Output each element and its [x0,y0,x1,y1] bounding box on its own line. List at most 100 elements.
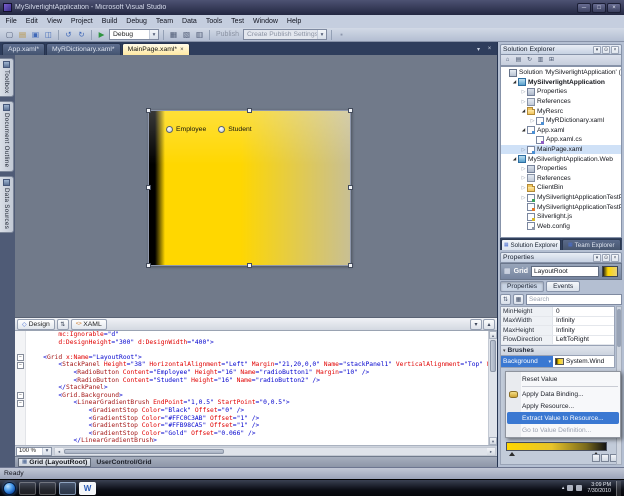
pin-icon[interactable]: ⊙ [602,45,610,54]
fold-region-icon[interactable]: − [17,392,24,399]
property-value[interactable]: Infinity [553,327,614,334]
menu-item-build[interactable]: Build [97,15,122,28]
expand-icon[interactable]: ▷ [520,185,527,191]
breadcrumb-path[interactable]: UserControl/Grid [96,459,151,466]
tree-item-mainpage-xaml[interactable]: ▷ MainPage.xaml [501,144,621,155]
context-menu-item-apply-data-binding[interactable]: Apply Data Binding... [507,388,619,400]
scroll-up-icon[interactable]: ▴ [489,331,497,339]
title-bar[interactable]: MySilverlightApplication - Microsoft Vis… [0,0,624,15]
start-debug-icon[interactable]: ▶ [96,29,107,40]
property-value[interactable]: 0 [553,308,614,315]
collapse-icon[interactable]: ◢ [511,79,518,85]
fold-region-icon[interactable]: − [17,400,24,407]
word-icon[interactable]: W [79,481,96,495]
xaml-editor[interactable]: − − − − mc:Ignorable="d" d:DesignHeight=… [15,331,497,445]
properties-icon[interactable]: ⊞ [547,56,556,65]
solution-explorer-toolbar-icon[interactable]: ▧ [181,29,192,40]
property-row-minheight[interactable]: MinHeight 0 [501,307,614,317]
expand-pane-button[interactable]: ▴ [483,318,495,330]
tree-item-app-xaml-cs[interactable]: App.xaml.cs [501,135,621,145]
volume-icon[interactable] [576,485,583,491]
tree-item-properties[interactable]: ▷ Properties [501,164,621,174]
save-icon[interactable]: ▣ [30,29,41,40]
collapse-icon[interactable]: ◢ [520,108,527,114]
design-canvas[interactable]: Employee Student [146,108,353,268]
collapse-icon[interactable]: ◢ [520,127,527,133]
property-row-background[interactable]: Background ▾ System.Wind [500,356,615,368]
code-line[interactable]: <LinearGradientBrush EndPoint="1,0.5" St… [28,399,488,407]
save-all-icon[interactable]: ◫ [43,29,54,40]
tree-item-myrdictionary-xaml[interactable]: ▷ MyRDictionary.xaml [501,116,621,126]
close-icon[interactable]: × [611,45,619,54]
home-icon[interactable]: ⌂ [503,56,512,65]
resize-handle[interactable] [348,263,353,268]
menu-item-file[interactable]: File [1,15,21,28]
tree-item-mysilverlightapplication-web[interactable]: ◢ MySilverlightApplication.Web [501,154,621,164]
code-line[interactable]: <GradientStop Color="Gold" Offset="0.066… [28,430,488,438]
property-row-maxheight[interactable]: MaxHeight Infinity [501,326,614,336]
scrollbar-thumb[interactable] [617,309,621,347]
properties-titlebar[interactable]: Properties ▾ ⊙ × [500,252,622,263]
expand-icon[interactable]: ▷ [529,118,536,124]
side-tab-document-outline[interactable]: Document Outline [0,101,14,172]
panel-tab-team-explorer[interactable]: ▦ Team Explorer [561,239,621,250]
resize-handle[interactable] [246,108,252,113]
code-line[interactable]: <RadioButton Content="Employee" Height="… [28,369,488,377]
tree-item-web-config[interactable]: Web.config [501,222,621,232]
tab-events[interactable]: Events [546,281,581,292]
resize-handle[interactable] [348,185,353,190]
tree-item-silverlight-js[interactable]: Silverlight.js [501,212,621,222]
xaml-code[interactable]: mc:Ignorable="d" d:DesignHeight="300" d:… [26,331,488,445]
code-line[interactable]: <RadioButton Content="Student" Height="1… [28,377,488,385]
scrollbar-thumb[interactable] [64,448,224,454]
close-document-icon[interactable]: × [485,46,494,53]
menu-item-edit[interactable]: Edit [21,15,42,28]
window-position-icon[interactable]: ▾ [593,45,601,54]
code-line[interactable]: <GradientStop Color="#FFB98CA5" Offset="… [28,422,488,430]
find-in-files-icon[interactable]: ▦ [168,29,179,40]
new-file-icon[interactable]: ▢ [4,29,15,40]
solution-explorer-titlebar[interactable]: Solution Explorer ▾ ⊙ × [500,44,622,55]
close-icon[interactable]: × [611,253,619,262]
menu-item-window[interactable]: Window [249,15,283,28]
tab-properties[interactable]: Properties [500,281,545,292]
tab-xaml[interactable]: <> XAML [70,318,107,330]
menu-item-test[interactable]: Test [227,15,249,28]
code-line[interactable]: d:DesignHeight="300" d:DesignWidth="400"… [28,339,488,347]
code-line[interactable] [28,346,488,354]
property-row-maxwidth[interactable]: MaxWidth Infinity [501,316,614,326]
scrollbar-thumb[interactable] [490,340,496,372]
collapse-pane-button[interactable]: ▾ [470,318,482,330]
menu-item-debug[interactable]: Debug [122,15,152,28]
code-line[interactable]: <GradientStop Color="#FFC0C3AB" Offset="… [28,415,488,423]
expand-icon[interactable]: ▷ [520,166,527,172]
scroll-down-icon[interactable]: ▾ [489,437,497,445]
brush-option-icon[interactable] [601,454,609,462]
tree-item-properties[interactable]: ▷ Properties [501,87,621,97]
maximize-button[interactable]: □ [592,2,606,13]
code-line[interactable]: mc:Ignorable="d" [28,331,488,339]
code-line[interactable]: <GradientStop Color="Black" Offset="0" /… [28,407,488,415]
expand-icon[interactable]: ▷ [520,147,527,153]
resize-handle[interactable] [146,185,151,190]
clock[interactable]: 3:09 PM 7/30/2010 [585,482,613,494]
editor-vertical-scrollbar[interactable]: ▴ ▾ [488,331,497,445]
object-name-field[interactable]: LayoutRoot [531,266,599,277]
property-row-flowdirection[interactable]: FlowDirection LeftToRight [501,335,614,345]
document-tab-myrdictionary-xaml[interactable]: MyRDictionary.xaml* [45,43,121,55]
fold-region-icon[interactable]: − [17,354,24,361]
scroll-right-icon[interactable]: ▸ [487,447,495,455]
document-tab-app-xaml[interactable]: App.xaml* [2,43,45,55]
menu-item-help[interactable]: Help [282,15,305,28]
menu-item-data[interactable]: Data [178,15,202,28]
gradient-bar[interactable] [506,442,607,451]
side-tab-toolbox[interactable]: Toolbox [0,58,14,98]
tab-design[interactable]: ◇ Design [17,318,55,330]
code-line[interactable]: <StackPanel Height="38" HorizontalAlignm… [28,361,488,369]
tree-item-app-xaml[interactable]: ◢ App.xaml [501,126,621,136]
refresh-icon[interactable]: ↻ [525,56,534,65]
resize-handle[interactable] [348,108,353,113]
context-menu-item-reset-value[interactable]: Reset Value [507,373,619,385]
fold-region-icon[interactable]: − [17,362,24,369]
tray-expand-icon[interactable]: ▴ [562,485,565,491]
